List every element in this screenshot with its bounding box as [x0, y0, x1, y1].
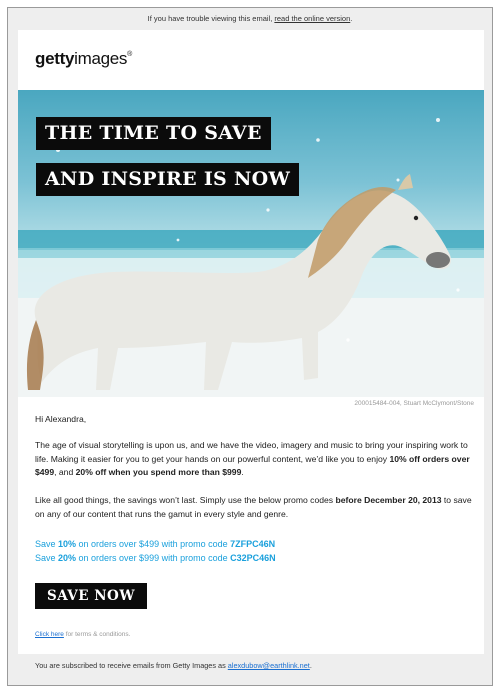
intro-text-e: .: [241, 467, 244, 477]
save-now-button[interactable]: SAVE NOW: [35, 583, 147, 609]
online-version-link[interactable]: read the online version: [274, 14, 350, 23]
promo-1-pre: Save: [35, 539, 59, 549]
promo-1-code: 7ZFPC46N: [230, 539, 276, 549]
hero-headline-line2: AND INSPIRE IS NOW: [36, 163, 300, 196]
terms-text: for terms & conditions.: [63, 631, 131, 638]
photo-credit: 200015484-004, Stuart McClymont/Stone: [354, 400, 474, 407]
footer-text: You are subscribed to receive emails fro…: [35, 661, 228, 670]
logo-bold-text: getty: [35, 49, 75, 68]
terms-link[interactable]: Click here: [35, 631, 64, 638]
logo-light-text: images: [74, 49, 128, 68]
gettyimages-logo[interactable]: gettyimages®: [35, 49, 132, 69]
top-notice-text: If you have trouble viewing this email,: [147, 14, 275, 23]
email-frame: If you have trouble viewing this email, …: [7, 7, 493, 686]
intro-offer-2: 20% off when you spend more than $999: [75, 467, 242, 477]
deadline-date: before December 20, 2013: [335, 495, 442, 505]
promo-2-mid: on orders over $999 with promo code: [76, 553, 231, 563]
promo-line-1: Save 10% on orders over $499 with promo …: [35, 537, 275, 551]
promo-line-2: Save 20% on orders over $999 with promo …: [35, 551, 276, 565]
intro-text-c: , and: [54, 467, 76, 477]
deadline-text-a: Like all good things, the savings won’t …: [35, 495, 336, 505]
paragraph-intro: The age of visual storytelling is upon u…: [35, 439, 475, 480]
top-notice-suffix: .: [350, 14, 353, 23]
subscription-footer: You are subscribed to receive emails fro…: [35, 661, 312, 670]
greeting: Hi Alexandra,: [35, 414, 87, 424]
promo-2-percent: 20%: [58, 553, 77, 563]
hero-headline-line1: THE TIME TO SAVE: [36, 117, 271, 150]
promo-1-percent: 10%: [58, 539, 77, 549]
terms-line: Click here for terms & conditions.: [35, 631, 130, 638]
email-card: gettyimages® THE TIME TO SAVE AND INSPIR…: [18, 30, 484, 654]
footer-suffix: .: [309, 661, 312, 670]
paragraph-deadline: Like all good things, the savings won’t …: [35, 494, 475, 521]
subscriber-email-link[interactable]: alexdubow@earthlink.net: [228, 661, 310, 670]
hero-image[interactable]: THE TIME TO SAVE AND INSPIRE IS NOW: [18, 90, 484, 397]
top-notice: If you have trouble viewing this email, …: [8, 8, 492, 30]
promo-1-mid: on orders over $499 with promo code: [76, 539, 231, 549]
promo-2-code: C32PC46N: [230, 553, 276, 563]
promo-2-pre: Save: [35, 553, 59, 563]
registered-mark: ®: [127, 51, 132, 58]
